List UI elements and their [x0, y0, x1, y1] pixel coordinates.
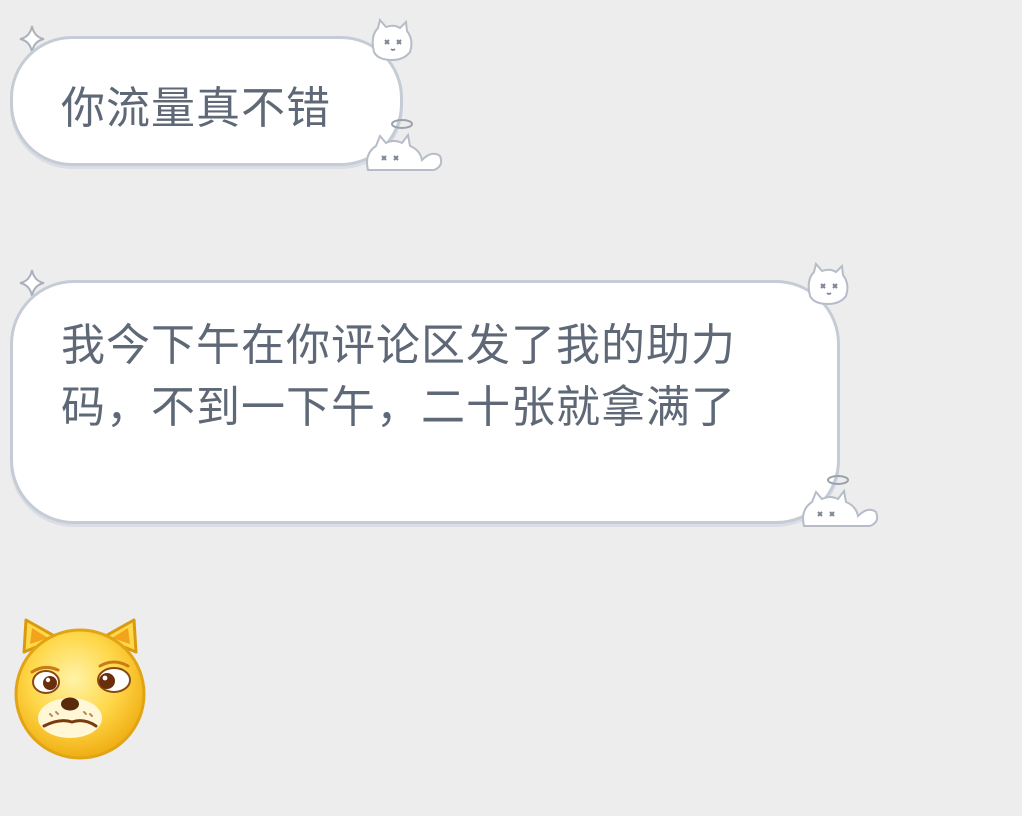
- message-bubble[interactable]: 你流量真不错: [10, 36, 403, 166]
- message-text: 你流量真不错: [61, 83, 331, 134]
- cat-sticker-icon: [802, 262, 852, 308]
- cat-sticker-icon: [366, 18, 416, 64]
- message-text: 我今下午在你评论区发了我的助力码，不到一下午，二十张就拿满了: [61, 320, 736, 433]
- doge-emoji-icon[interactable]: [10, 614, 150, 764]
- message-bubble[interactable]: 我今下午在你评论区发了我的助力码，不到一下午，二十张就拿满了: [10, 280, 840, 524]
- sleeping-cat-sticker-icon: [798, 472, 880, 532]
- sleeping-cat-sticker-icon: [362, 116, 444, 176]
